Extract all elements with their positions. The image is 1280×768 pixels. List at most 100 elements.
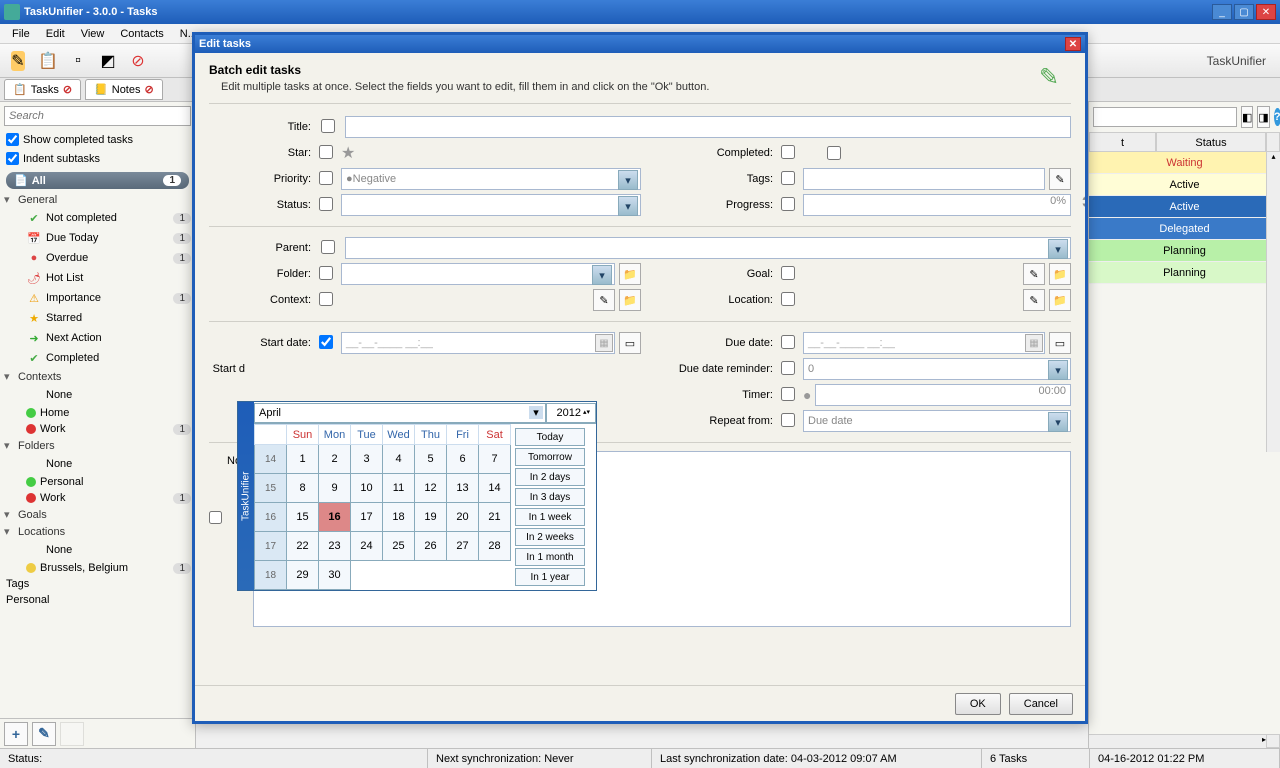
tree-group-header[interactable]: ▾Folders [0,437,195,454]
calendar-quick-button[interactable]: In 3 days [515,488,585,506]
star-icon[interactable]: ★ [341,143,355,163]
calendar-day-cell[interactable]: 19 [415,503,447,532]
tree-item[interactable]: ➜Next Action [0,328,195,348]
tab-close-icon[interactable]: ⊘ [63,83,72,96]
tags-enable-checkbox[interactable] [781,171,795,185]
toolbar-btn-3[interactable]: ▫ [66,49,90,73]
status-combo[interactable] [341,194,641,216]
window-minimize-button[interactable]: _ [1212,4,1232,20]
scrollbar-horizontal[interactable]: ▸ [1089,734,1266,748]
calendar-icon[interactable]: ▦ [1025,334,1043,352]
calendar-day-cell[interactable]: 17 [351,503,383,532]
calendar-day-cell[interactable]: 27 [447,532,479,561]
calendar-day-cell[interactable]: 20 [447,503,479,532]
tree-group-header[interactable]: ▾Locations [0,523,195,540]
calendar-icon[interactable]: ▦ [595,334,613,352]
context-enable-checkbox[interactable] [319,292,333,306]
menu-edit[interactable]: Edit [38,26,73,42]
calendar-quick-button[interactable]: In 2 weeks [515,528,585,546]
completed-checkbox[interactable] [827,146,841,160]
calendar-quick-button[interactable]: In 1 month [515,548,585,566]
goal-edit-button[interactable]: ✎ [1023,263,1045,285]
timer-input[interactable]: 00:00 [815,384,1071,406]
tree-item[interactable]: None [0,540,195,560]
progress-input[interactable]: 0%▴▾ [803,194,1071,216]
tree-item[interactable]: Work1 [0,490,195,506]
tree-item[interactable]: ✔Completed [0,348,195,368]
calendar-day-cell[interactable]: 18 [383,503,415,532]
tree-all[interactable]: 📄 All 1 [6,172,189,189]
window-maximize-button[interactable]: ▢ [1234,4,1254,20]
tab-tasks[interactable]: 📋 Tasks ⊘ [4,79,81,100]
column-header-status[interactable]: Status [1156,132,1266,152]
tree-item[interactable]: ●Overdue1 [0,248,195,268]
menu-view[interactable]: View [73,26,113,42]
right-btn-1[interactable]: ◧ [1241,106,1253,128]
tab-notes[interactable]: 📒 Notes ⊘ [85,79,163,100]
folder-browse-button[interactable]: 📁 [619,263,641,285]
tree-group-header[interactable]: ▾General [0,191,195,208]
tags-input[interactable] [803,168,1045,190]
start-date-input[interactable]: __-__-____ __:__▦ [341,332,615,354]
priority-combo[interactable]: ● Negative [341,168,641,190]
status-row-planning[interactable]: Planning [1089,240,1280,262]
tree-item[interactable]: None [0,385,195,405]
context-browse-button[interactable]: 📁 [619,289,641,311]
calendar-day-cell[interactable]: 15 [287,503,319,532]
folder-enable-checkbox[interactable] [319,266,333,280]
timer-enable-checkbox[interactable] [781,387,795,401]
calendar-quick-button[interactable]: In 1 year [515,568,585,586]
calendar-day-cell[interactable]: 29 [287,561,319,590]
tab-close-icon[interactable]: ⊘ [145,83,154,96]
calendar-quick-button[interactable]: In 2 days [515,468,585,486]
calendar-day-cell[interactable]: 24 [351,532,383,561]
tree-item[interactable]: ★Starred [0,308,195,328]
goal-enable-checkbox[interactable] [781,266,795,280]
goal-browse-button[interactable]: 📁 [1049,263,1071,285]
location-enable-checkbox[interactable] [781,292,795,306]
calendar-day-cell[interactable]: 14 [479,474,511,503]
toolbar-delete-button[interactable]: ⊘ [126,49,150,73]
sidebar-edit-button[interactable]: ✎ [32,722,56,746]
window-close-button[interactable]: ✕ [1256,4,1276,20]
due-reminder-enable-checkbox[interactable] [781,361,795,375]
calendar-quick-button[interactable]: Tomorrow [515,448,585,466]
column-config-button[interactable] [1266,132,1280,152]
due-date-clear-button[interactable]: ▭ [1049,332,1071,354]
due-reminder-combo[interactable]: 0 [803,358,1071,380]
calendar-quick-button[interactable]: Today [515,428,585,446]
status-row-delegated[interactable]: Delegated [1089,218,1280,240]
tree-item[interactable]: 📅Due Today1 [0,228,195,248]
tree-item[interactable]: None [0,454,195,474]
calendar-day-cell[interactable]: 9 [319,474,351,503]
calendar-day-cell[interactable]: 2 [319,445,351,474]
tree-group-header[interactable]: ▾Contexts [0,368,195,385]
parent-enable-checkbox[interactable] [321,240,335,254]
note-enable-checkbox[interactable] [209,511,222,524]
calendar-day-cell[interactable]: 26 [415,532,447,561]
tree-tags[interactable]: Tags [0,576,195,592]
toolbar-btn-2[interactable]: 📋 [36,49,60,73]
status-row-waiting[interactable]: Waiting [1089,152,1280,174]
sidebar-add-button[interactable]: + [4,722,28,746]
tree-item[interactable]: ✔Not completed1 [0,208,195,228]
location-browse-button[interactable]: 📁 [1049,289,1071,311]
calendar-day-cell[interactable]: 23 [319,532,351,561]
right-btn-2[interactable]: ◨ [1257,106,1269,128]
toolbar-btn-4[interactable]: ◩ [96,49,120,73]
repeat-from-combo[interactable]: Due date [803,410,1071,432]
menu-file[interactable]: File [4,26,38,42]
calendar-year-spinner[interactable]: 2012 [546,403,596,423]
calendar-day-cell[interactable]: 4 [383,445,415,474]
calendar-day-cell[interactable]: 13 [447,474,479,503]
calendar-day-cell[interactable]: 21 [479,503,511,532]
tags-edit-button[interactable]: ✎ [1049,168,1071,190]
tree-item[interactable]: Home [0,405,195,421]
context-edit-button[interactable]: ✎ [593,289,615,311]
column-header-t[interactable]: t [1089,132,1156,152]
calendar-day-cell[interactable]: 8 [287,474,319,503]
calendar-day-cell[interactable]: 1 [287,445,319,474]
calendar-month-combo[interactable]: April [254,403,546,423]
indent-subtasks-checkbox[interactable] [6,152,19,165]
tree-item[interactable]: 🌶Hot List [0,268,195,288]
